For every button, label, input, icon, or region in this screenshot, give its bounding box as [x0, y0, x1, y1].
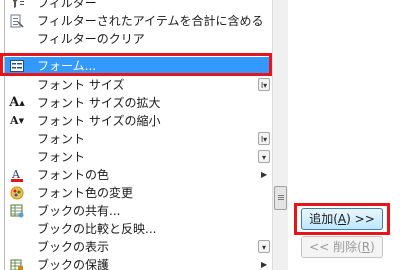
command-list[interactable]: フィルター フィルターされたアイテムを合計に含める フィルターのクリア フォーム…: [4, 0, 273, 270]
font-color-icon: A: [9, 168, 25, 182]
add-button-mnemonic: A: [337, 212, 347, 226]
command-item-font-2[interactable]: フォント ▾: [5, 148, 273, 166]
include-filtered-totals-icon: [9, 14, 25, 28]
remove-button[interactable]: << 削除(R): [301, 236, 383, 258]
command-label: フォント色の変更: [37, 186, 134, 200]
command-item-filter[interactable]: フィルター: [5, 0, 273, 12]
command-label: フォント サイズ: [37, 78, 125, 92]
font-color-change-icon: [9, 186, 25, 200]
command-item-font-color[interactable]: A フォントの色 ▶: [5, 166, 273, 184]
submenu-arrow-icon: ▶: [261, 260, 268, 269]
add-button-text: 追加(: [309, 212, 338, 226]
command-label: フォント: [37, 150, 86, 164]
command-item-shrink-font[interactable]: A ▼ フォント サイズの縮小: [5, 112, 273, 130]
grip-line: [278, 197, 284, 198]
add-button[interactable]: 追加(A) >>: [301, 208, 383, 230]
command-label: ブックの共有...: [37, 204, 121, 218]
command-item-protect-workbook[interactable]: ブックの保護 ▶: [5, 256, 273, 270]
command-item-include-filtered-totals[interactable]: フィルターされたアイテムを合計に含める: [5, 12, 273, 30]
highlight-frame-form: [0, 53, 272, 76]
grow-font-icon: A ▲: [9, 95, 25, 110]
command-item-font-size[interactable]: フォント サイズ I▾: [5, 76, 273, 94]
combo-box-icon: I▾: [258, 78, 270, 91]
command-label: フィルターのクリア: [37, 32, 145, 46]
command-label: フォント: [37, 132, 86, 146]
command-label: フィルター: [37, 0, 97, 10]
remove-button-suffix: ): [370, 240, 375, 254]
command-item-share-workbook[interactable]: ブックの共有...: [5, 202, 273, 220]
command-label: ブックの表示: [37, 240, 110, 254]
vertical-scrollbar[interactable]: [272, 0, 288, 270]
command-item-font[interactable]: フォント I▾: [5, 130, 273, 148]
grip-line: [278, 199, 284, 200]
remove-button-text: << 削除(: [309, 240, 362, 254]
filter-icon: [9, 0, 25, 10]
command-label: フォント サイズの拡大: [37, 96, 161, 110]
dropdown-icon: ▾: [258, 150, 270, 163]
dropdown-icon: ▾: [258, 240, 270, 253]
command-label: フィルターされたアイテムを合計に含める: [37, 14, 264, 28]
scrollbar-thumb[interactable]: [274, 186, 287, 210]
remove-button-mnemonic: R: [361, 240, 371, 254]
add-button-suffix: ) >>: [346, 212, 375, 226]
command-label: ブックの保護: [37, 258, 110, 270]
grip-line: [278, 195, 284, 196]
command-label: フォント サイズの縮小: [37, 114, 161, 128]
command-item-font-color-change[interactable]: フォント色の変更: [5, 184, 273, 202]
command-label: ブックの比較と反映...: [37, 222, 157, 236]
submenu-arrow-icon: ▶: [261, 170, 268, 179]
command-label: フォントの色: [37, 168, 110, 182]
shrink-font-icon: A ▼: [10, 114, 24, 127]
command-item-grow-font[interactable]: A ▲ フォント サイズの拡大: [5, 94, 273, 112]
command-item-clear-filter[interactable]: フィルターのクリア: [5, 30, 273, 48]
command-item-compare-merge[interactable]: ブックの比較と反映...: [5, 220, 273, 238]
share-workbook-icon: [9, 204, 25, 218]
protect-workbook-icon: [9, 258, 25, 270]
combo-box-icon: I▾: [258, 132, 270, 145]
command-item-view-workbook[interactable]: ブックの表示 ▾: [5, 238, 273, 256]
